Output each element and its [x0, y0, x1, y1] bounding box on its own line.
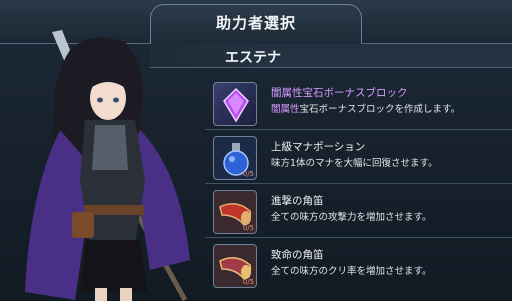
- skill-row-critical-horn[interactable]: 0/5 致命の角笛 全ての味方のクリ率を増加させます。: [205, 240, 512, 292]
- chest-plate: [92, 125, 128, 170]
- leg-right: [120, 288, 132, 301]
- mana-potion-icon: 0/5: [213, 136, 257, 180]
- skill-description: 全ての味方のクリ率を増加させます。: [271, 266, 432, 277]
- skill-row-war-horn[interactable]: 0/5 進撃の角笛 全ての味方の攻撃力を増加させます。: [205, 186, 512, 238]
- item-count: 0/5: [242, 224, 254, 232]
- skill-name: 進撃の角笛: [271, 195, 324, 207]
- pouch: [72, 212, 94, 238]
- critical-horn-icon: 0/5: [213, 244, 257, 288]
- skill-description: 全ての味方の攻撃力を増加させます。: [271, 212, 432, 223]
- war-horn-icon: 0/5: [213, 190, 257, 234]
- skirt: [80, 240, 148, 292]
- skill-row-gem-block[interactable]: 闇属性宝石ボーナスブロック 闇属性宝石ボーナスブロックを作成します。: [205, 78, 512, 130]
- eye-right: [113, 97, 119, 103]
- item-count: 0/5: [242, 170, 254, 178]
- leg-left: [95, 288, 107, 301]
- item-count: 0/5: [242, 278, 254, 286]
- skill-name: 闇属性宝石ボーナスブロック: [271, 87, 408, 99]
- skill-description: 闇属性宝石ボーナスブロックを作成します。: [271, 104, 461, 115]
- character-portrait: [25, 30, 190, 301]
- purple-gem-icon: [213, 82, 257, 126]
- skill-row-mana-potion[interactable]: 0/5 上級マナポーション 味方1体のマナを大幅に回復させます。: [205, 132, 512, 184]
- eye-left: [97, 97, 103, 103]
- character-name: エステナ: [225, 50, 281, 66]
- skill-name: 上級マナポーション: [271, 141, 366, 153]
- skill-name: 致命の角笛: [271, 249, 324, 261]
- helper-select-screen: 助力者選択 エステナ 闇属性宝石ボーナスブロック 闇属性宝石ボーナスブロックを作…: [0, 0, 512, 301]
- skill-description: 味方1体のマナを大幅に回復させます。: [271, 158, 438, 169]
